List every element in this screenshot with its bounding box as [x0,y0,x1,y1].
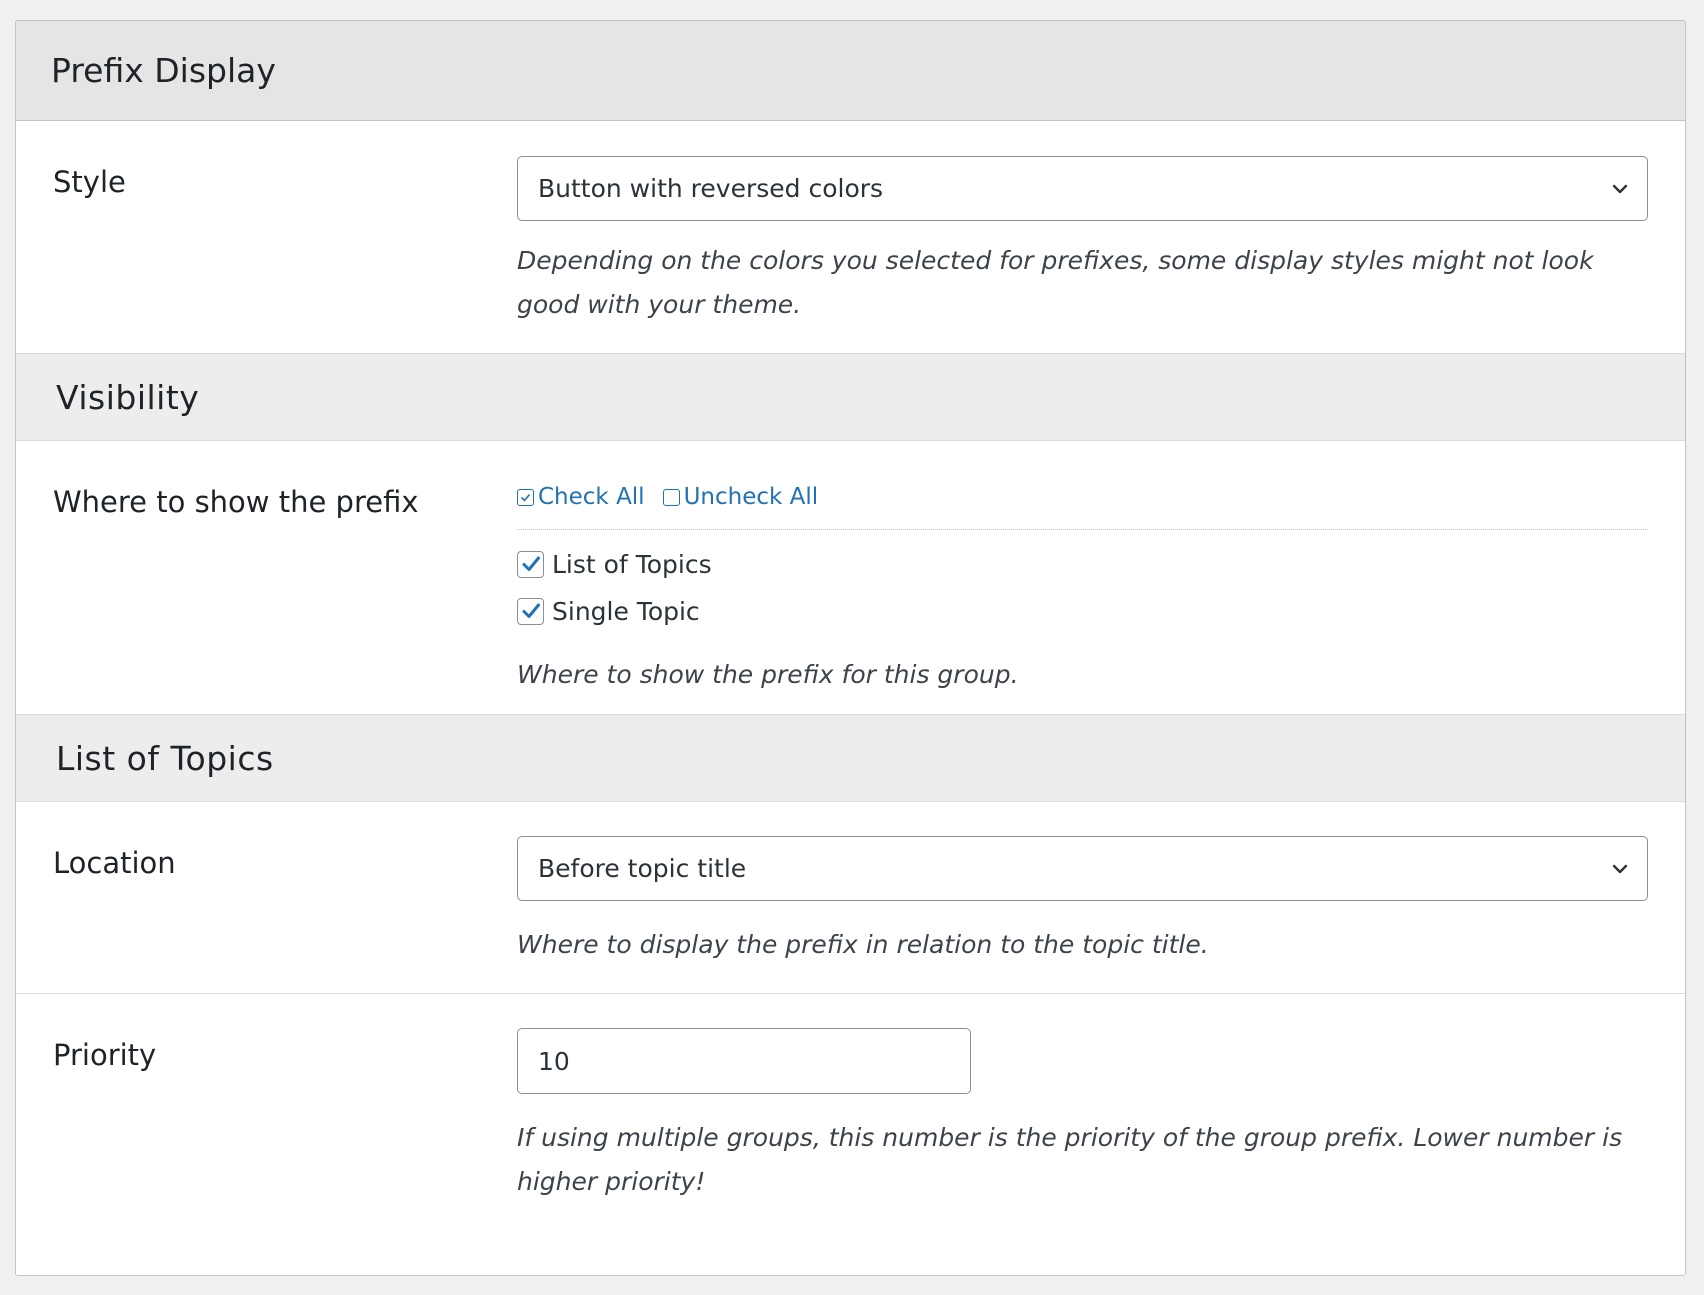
visibility-section-header: Visibility [16,354,1685,441]
uncheck-all-label: Uncheck All [683,484,819,510]
location-select[interactable]: Before topic title [517,836,1648,901]
priority-label: Priority [53,1038,157,1072]
priority-description: If using multiple groups, this number is… [517,1123,1623,1196]
single-topic-checkbox[interactable] [517,597,544,625]
panel-header: Prefix Display [16,21,1685,121]
style-field: Button with reversed colors Depending on… [517,156,1648,327]
chevron-down-icon [1612,864,1628,873]
where-to-show-field: Check All Uncheck All List of Topics Sin… [517,477,1648,697]
chevron-down-icon [1612,184,1628,193]
check-all-icon [517,488,534,506]
location-description: Where to display the prefix in relation … [517,930,1209,959]
style-label: Style [53,165,126,199]
list-of-topics-section-title: List of Topics [56,738,274,778]
uncheck-all-icon [662,488,680,506]
option-single-topic[interactable]: Single Topic [517,591,1648,631]
style-select-value: Button with reversed colors [538,174,884,203]
checkmark-icon [522,556,540,571]
style-row: Style Button with reversed colors Depend… [16,121,1685,354]
where-to-show-description: Where to show the prefix for this group. [517,660,1019,689]
priority-row: Priority 10 If using multiple groups, th… [16,994,1685,1196]
where-to-show-label: Where to show the prefix [53,485,419,519]
priority-input[interactable]: 10 [517,1028,971,1094]
priority-field: 10 If using multiple groups, this number… [517,1028,1648,1204]
check-links: Check All Uncheck All [517,477,1648,530]
option-list-of-topics[interactable]: List of Topics [517,544,1648,584]
style-select[interactable]: Button with reversed colors [517,156,1648,221]
panel-title: Prefix Display [51,51,276,90]
single-topic-option-label: Single Topic [552,596,700,626]
check-all-label: Check All [538,484,645,510]
location-field: Before topic title Where to display the … [517,836,1648,967]
list-of-topics-section-header: List of Topics [16,715,1685,802]
where-to-show-row: Where to show the prefix Check All Unche… [16,441,1685,715]
style-description: Depending on the colors you selected for… [517,246,1594,319]
uncheck-all-link[interactable]: Uncheck All [662,484,819,510]
list-of-topics-option-label: List of Topics [552,549,712,579]
checkmark-icon [522,603,540,618]
location-label: Location [53,846,176,880]
visibility-section-title: Visibility [56,377,200,417]
check-all-link[interactable]: Check All [517,484,645,510]
settings-panel: Prefix Display Style Button with reverse… [15,20,1686,1276]
list-of-topics-checkbox[interactable] [517,550,544,578]
location-select-value: Before topic title [538,854,747,883]
location-row: Location Before topic title Where to dis… [16,802,1685,994]
